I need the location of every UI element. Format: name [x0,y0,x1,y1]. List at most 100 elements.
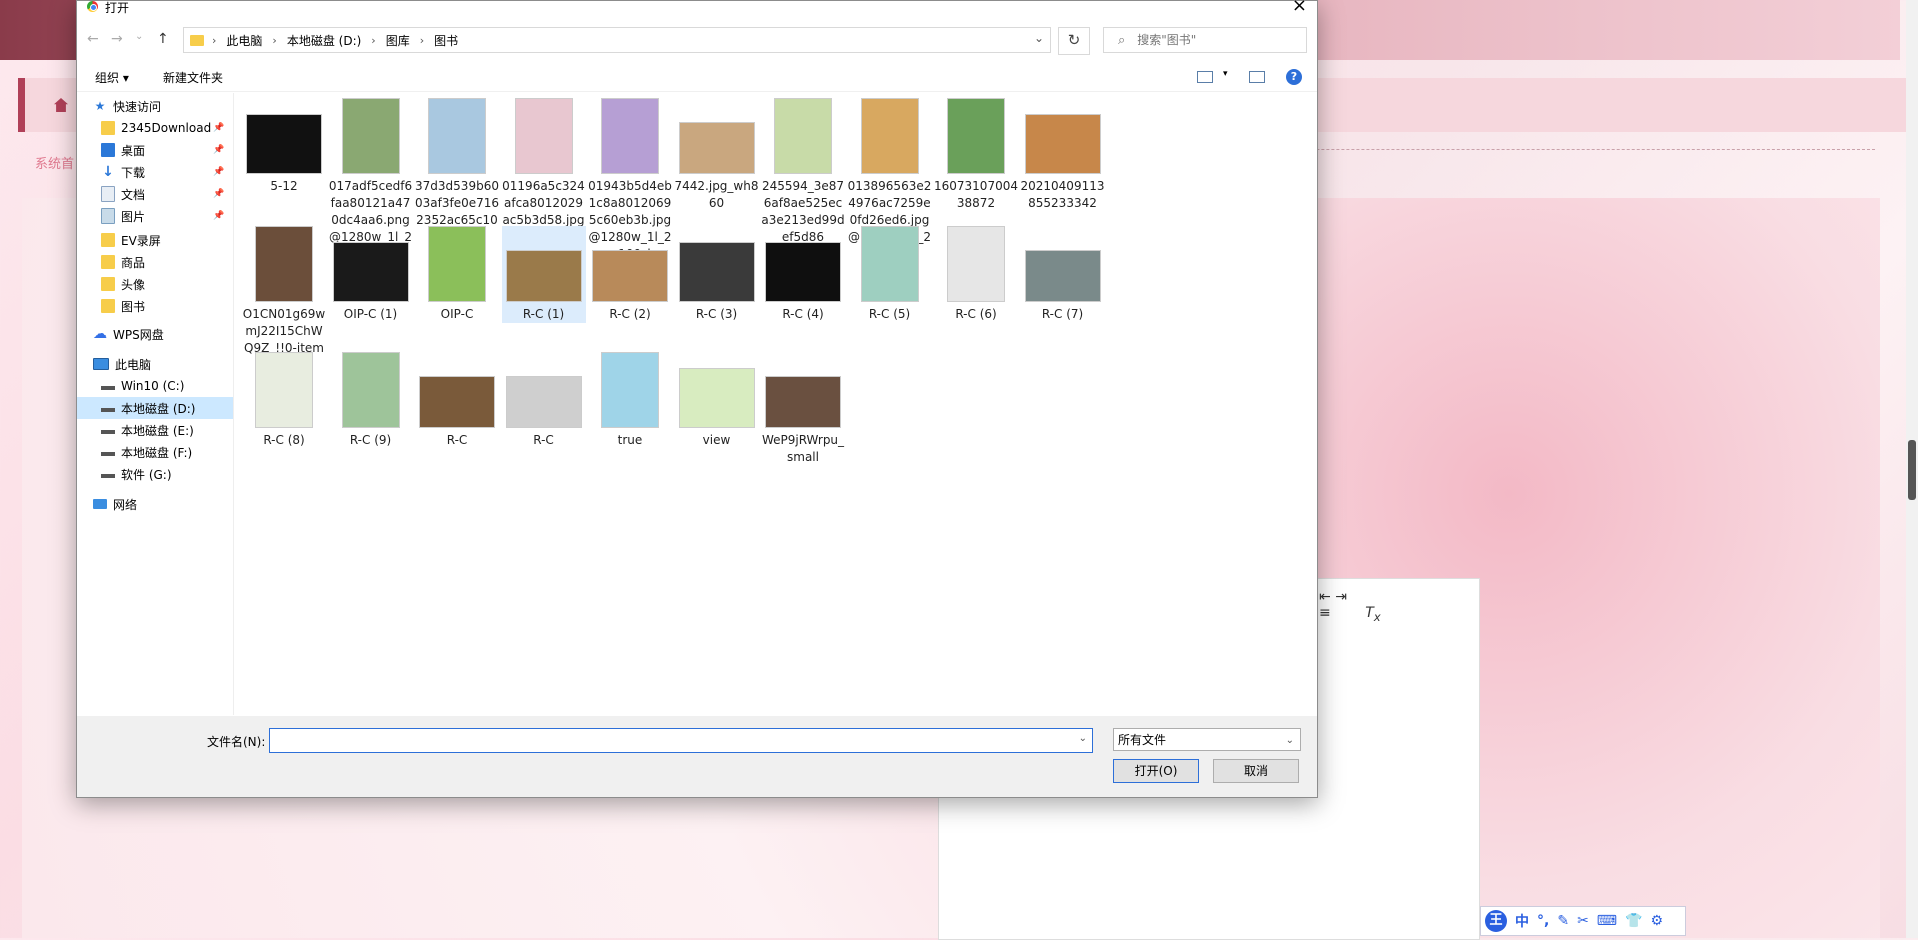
back-button[interactable]: ← [87,31,99,47]
file-item[interactable]: R-C [502,352,586,449]
file-name: R-C (8) [263,433,305,447]
file-item[interactable]: R-C (5) [848,226,932,323]
ime-item[interactable]: °, [1537,913,1549,929]
file-item[interactable]: view [675,352,759,449]
ime-item[interactable]: ✎ [1557,913,1569,929]
nav-item-label: 快速访问 [113,99,162,114]
indent-icon[interactable]: ⇥ [1335,589,1347,605]
file-item[interactable]: 245594_3e876af8ae525eca3e213ed99def5d86 [761,98,845,246]
file-item[interactable]: R-C (1) [501,226,586,323]
filename-field[interactable]: ⌄ [269,728,1093,753]
filename-input[interactable] [270,729,1066,752]
close-button[interactable]: × [1292,0,1307,16]
align-icon[interactable]: ≡ [1319,605,1331,621]
nav-item[interactable]: 商品 [77,251,233,273]
file-item[interactable]: OIP-C [415,226,499,323]
refresh-button[interactable]: ↻ [1058,27,1090,55]
drive-icon [101,430,115,434]
nav-item-label: 下载 [121,165,146,180]
organize-button[interactable]: 组织 ▾ [95,69,129,86]
nav-item[interactable]: Win10 (C:) [77,375,233,397]
view-dropdown-icon[interactable]: ▾ [1223,69,1228,79]
cancel-button[interactable]: 取消 [1213,759,1299,783]
nav-item[interactable]: 此电脑 [77,353,233,375]
file-thumbnail [255,226,313,302]
file-item[interactable]: R-C (2) [588,226,672,323]
file-name: WeP9jRWrpu_small [761,433,845,464]
nav-item[interactable]: 网络 [77,493,233,515]
file-item[interactable]: R-C (6) [934,226,1018,323]
nav-item[interactable]: 图片 📌 [77,205,233,227]
file-item[interactable]: 37d3d539b6003af3fe0e7162352ac65c1038b678 [415,98,499,246]
ime-item[interactable]: 中 [1515,911,1529,931]
file-item[interactable]: R-C (4) [761,226,845,323]
navigation-pane: ★ 快速访问 2345Download 📌 桌面 📌 ↓ 下载 📌 文档 📌 图片 📌 EV录屏 商品 头像图… [77,93,234,715]
scrollbar-thumb[interactable] [1908,440,1916,500]
file-name: 7442.jpg_wh860 [674,179,759,210]
chevron-down-icon[interactable]: ⌄ [1079,733,1087,744]
search-input[interactable] [1135,32,1280,48]
help-icon[interactable]: ? [1286,69,1302,85]
pin-icon: 📌 [213,189,225,199]
nav-item[interactable]: EV录屏 [77,229,233,251]
nav-item[interactable]: 软件 (G:) [77,463,233,485]
nav-item-label: 文档 [121,187,146,202]
pin-icon: 📌 [213,167,225,177]
nav-item[interactable]: 文档 📌 [77,183,233,205]
nav-item[interactable]: 图书 [77,295,233,317]
ime-item[interactable]: ⌨ [1597,913,1617,929]
breadcrumb-item[interactable]: 本地磁盘 (D:) [287,32,361,49]
file-item[interactable]: OIP-C (1) [329,226,413,323]
file-item[interactable]: 20210409113855233342 [1021,98,1105,212]
folder-icon [101,299,115,313]
nav-item[interactable]: 桌面 📌 [77,139,233,161]
new-folder-button[interactable]: 新建文件夹 [163,69,223,86]
file-item[interactable]: 1607310700438872 [934,98,1018,212]
file-item[interactable]: 5-12 [242,98,326,195]
forward-button[interactable]: → [111,31,123,47]
breadcrumb-item[interactable]: 图书 [434,32,458,49]
file-item[interactable]: WeP9jRWrpu_small [761,352,845,466]
file-item[interactable]: R-C (7) [1021,226,1105,323]
search-box[interactable]: ⌕ [1103,27,1307,53]
breadcrumb-item[interactable]: 图库 [386,32,410,49]
file-item[interactable]: 7442.jpg_wh860 [675,98,759,212]
file-item[interactable]: true [588,352,672,449]
chevron-down-icon[interactable]: ⌄ [1034,31,1044,45]
nav-item[interactable]: 2345Download 📌 [77,117,233,139]
chevron-down-icon[interactable]: ⌄ [1286,729,1294,752]
clear-format-icon[interactable]: Tx [1365,605,1380,624]
open-button[interactable]: 打开(O) [1113,759,1199,783]
view-options-icon[interactable] [1197,71,1213,83]
file-item[interactable]: R-C [415,352,499,449]
network-icon [93,499,107,509]
file-item[interactable]: R-C (3) [675,226,759,323]
file-item[interactable]: R-C (9) [329,352,413,449]
outdent-icon[interactable]: ⇤ [1319,589,1331,605]
nav-item[interactable]: ☁ WPS网盘 [77,323,233,345]
file-name: R-C (4) [782,307,824,321]
star-icon: ★ [94,99,106,113]
ime-item[interactable]: 👕 [1625,913,1642,929]
nav-item[interactable]: 头像 [77,273,233,295]
nav-item[interactable]: ↓ 下载 📌 [77,161,233,183]
ime-item[interactable]: ✂ [1577,913,1589,929]
ime-item[interactable]: ⚙ [1650,913,1663,929]
pin-icon: 📌 [213,211,225,221]
address-bar[interactable]: › 此电脑 › 本地磁盘 (D:) › 图库 › 图书 ⌄ [183,27,1051,53]
nav-item[interactable]: 本地磁盘 (E:) [77,419,233,441]
file-thumbnail [505,376,582,428]
ime-toolbar[interactable]: 王 中 °, ✎ ✂ ⌨ 👕 ⚙ [1480,906,1686,936]
nav-item[interactable]: 本地磁盘 (F:) [77,441,233,463]
nav-item-label: 软件 (G:) [121,467,172,482]
filetype-select[interactable]: 所有文件 ⌄ [1113,728,1301,751]
up-button[interactable]: ↑ [157,31,169,47]
recent-locations-button[interactable]: ⌄ [135,31,143,42]
ime-logo-icon[interactable]: 王 [1485,910,1507,932]
file-item[interactable]: R-C (8) [242,352,326,449]
preview-pane-icon[interactable] [1249,71,1265,83]
breadcrumb-item[interactable]: 此电脑 [226,32,262,49]
nav-item[interactable]: ★ 快速访问 [77,95,233,117]
nav-item[interactable]: 本地磁盘 (D:) [77,397,233,419]
page-scrollbar[interactable] [1906,0,1918,938]
